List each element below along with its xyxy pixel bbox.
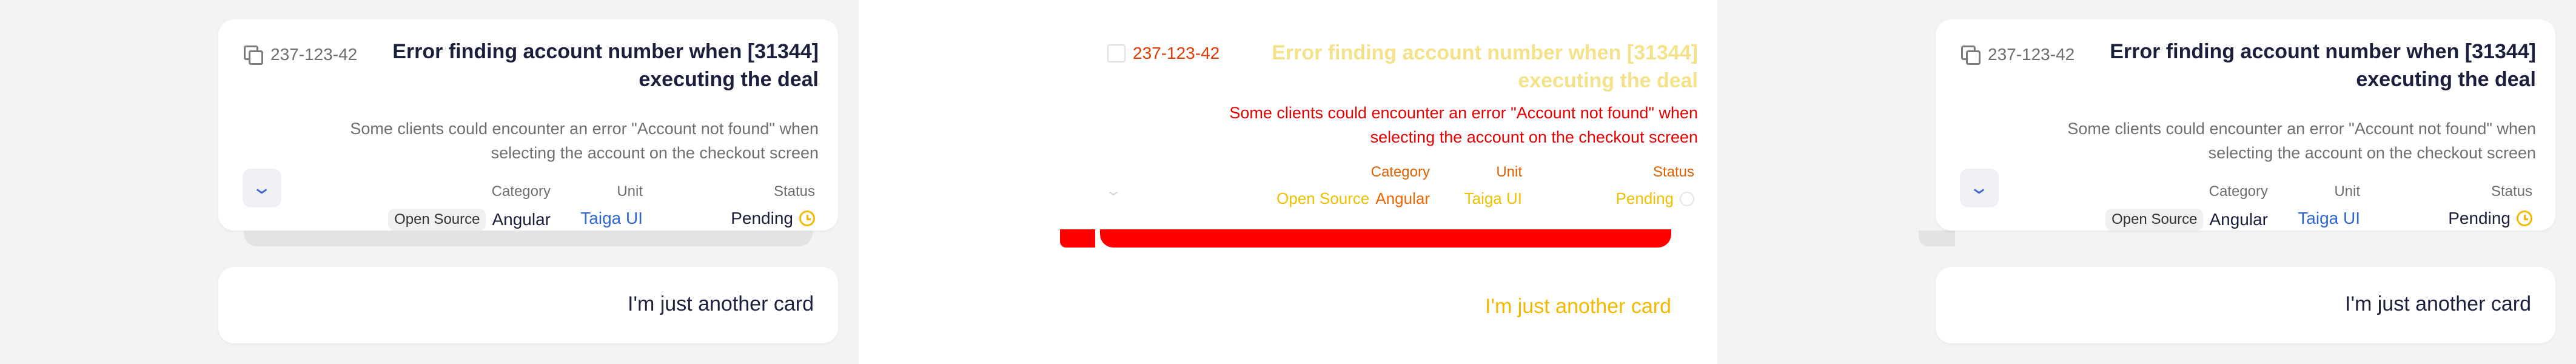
category-value-highlight: Angular: [1375, 189, 1430, 207]
ticket-card: 237-123-42 Error finding account number …: [218, 19, 838, 231]
status-label-highlight: Status: [1652, 164, 1694, 180]
ticket-id-group: 237-123-42: [244, 45, 358, 65]
unit-column: Unit Taiga UI: [580, 183, 643, 228]
panel-right: 237-123-42 Error finding account number …: [1717, 0, 2576, 364]
category-badge: Open Source: [388, 209, 486, 231]
another-card[interactable]: I'm just another card: [1936, 267, 2555, 343]
category-value: Angular: [2209, 210, 2268, 229]
copy-icon[interactable]: [1961, 46, 1981, 65]
expand-button[interactable]: ⌄: [243, 169, 281, 207]
card-stack-edge: [1919, 231, 1955, 246]
status-value-highlight: Pending: [1615, 189, 1674, 207]
unit-link-highlight[interactable]: Taiga UI: [1464, 189, 1522, 208]
panel-middle: 237-123-42 Error finding account number …: [859, 0, 1717, 364]
category-badge: Open Source: [2105, 209, 2204, 231]
another-card-text: I'm just another card: [2345, 292, 2531, 315]
status-label: Status: [773, 183, 815, 200]
status-column-highlight: Status Pending: [1616, 164, 1694, 208]
chevron-down-icon: ⌄: [251, 178, 273, 198]
ticket-id: 237-123-42: [1988, 45, 2075, 64]
category-label: Category: [491, 183, 551, 200]
unit-label: Unit: [617, 183, 643, 200]
copy-icon[interactable]: [1107, 44, 1125, 62]
unit-link[interactable]: Taiga UI: [2298, 209, 2360, 228]
category-column: Category Open Source Angular: [388, 183, 551, 231]
ticket-card: 237-123-42 Error finding account number …: [1936, 19, 2555, 231]
status-label: Status: [2490, 183, 2532, 200]
ticket-title: Error finding account number when [31344…: [392, 40, 819, 91]
ticket-title-highlight: Error finding account number when [31344…: [1272, 41, 1698, 92]
category-column-highlight: Category Open Source Angular: [1276, 164, 1430, 208]
expand-button[interactable]: ⌄: [1960, 169, 1999, 207]
ticket-description: Some clients could encounter an error "A…: [2067, 120, 2536, 162]
clock-icon: [1680, 191, 1694, 206]
ticket-description-highlight: Some clients could encounter an error "A…: [1229, 104, 1698, 146]
category-value: Angular: [492, 210, 551, 229]
unit-column-highlight: Unit Taiga UI: [1464, 164, 1522, 208]
ticket-id-highlight: 237-123-42: [1133, 44, 1220, 62]
unit-column: Unit Taiga UI: [2298, 183, 2360, 228]
ticket-id-group: 237-123-42: [1961, 45, 2075, 65]
category-column: Category Open Source Angular: [2105, 183, 2268, 231]
ticket-id: 237-123-42: [270, 45, 358, 64]
category-badge-highlight: Open Source: [1276, 189, 1370, 207]
highlight-bar-main: [1100, 229, 1671, 248]
chevron-down-icon[interactable]: ⌄: [1105, 182, 1122, 200]
ticket-title: Error finding account number when [31344…: [2110, 40, 2536, 91]
chevron-down-icon: ⌄: [1968, 178, 1990, 198]
unit-label-highlight: Unit: [1496, 164, 1522, 180]
copy-icon[interactable]: [244, 46, 263, 65]
unit-link[interactable]: Taiga UI: [580, 209, 643, 228]
category-label: Category: [2209, 183, 2268, 200]
highlight-bar-small: [1060, 229, 1095, 248]
clock-icon: [2517, 211, 2532, 226]
unit-label: Unit: [2334, 183, 2360, 200]
status-value: Pending: [2448, 209, 2511, 228]
another-card-text-highlight: I'm just another card: [1485, 295, 1671, 318]
status-column: Status Pending: [731, 183, 815, 228]
clock-icon: [799, 211, 815, 226]
panel-left: 237-123-42 Error finding account number …: [0, 0, 859, 364]
ticket-description: Some clients could encounter an error "A…: [350, 120, 819, 162]
another-card-text: I'm just another card: [628, 292, 814, 315]
another-card[interactable]: I'm just another card: [218, 267, 838, 343]
status-value: Pending: [731, 209, 793, 228]
card-stack-shadow: [244, 231, 813, 246]
ticket-id-group-highlight: 237-123-42: [1107, 44, 1219, 63]
category-label-highlight: Category: [1370, 164, 1430, 180]
status-column: Status Pending: [2448, 183, 2532, 228]
